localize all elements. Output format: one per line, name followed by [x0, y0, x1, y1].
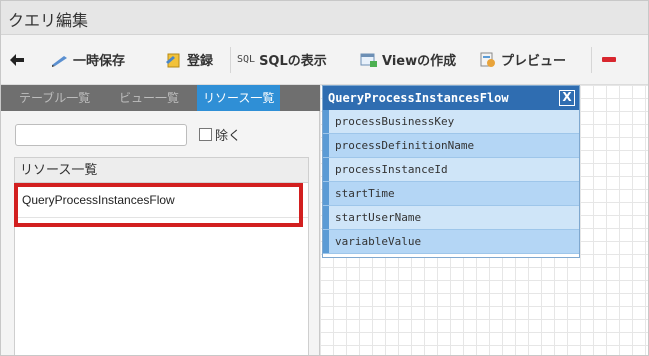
create-view-button[interactable]: Viewの作成 [360, 35, 456, 84]
back-button[interactable] [10, 35, 24, 84]
remove-button[interactable] [602, 35, 616, 84]
close-button[interactable]: X [559, 90, 575, 106]
table-column[interactable]: processInstanceId [323, 158, 579, 182]
column-grip [323, 134, 329, 157]
table-card-title: QueryProcessInstancesFlow [328, 91, 509, 105]
table-card[interactable]: QueryProcessInstancesFlow X processBusin… [322, 85, 580, 258]
column-name: startUserName [335, 211, 422, 224]
pencil-icon [52, 55, 67, 67]
left-panel: 除く リソース一覧 QueryProcessInstancesFlow [1, 111, 320, 355]
column-name: variableValue [335, 235, 422, 248]
create-view-label: Viewの作成 [382, 54, 457, 69]
column-name: processInstanceId [335, 163, 448, 176]
exclude-label: 除く [215, 129, 242, 144]
column-name: processBusinessKey [335, 115, 455, 128]
tab-resource-list[interactable]: リソース一覧 [197, 85, 281, 111]
highlight-box [14, 183, 303, 227]
arrow-left-icon [10, 53, 24, 66]
toolbar-separator [230, 47, 231, 73]
preview-label: プレビュー [501, 54, 567, 69]
column-name: startTime [335, 187, 395, 200]
tab-bar: テーブル一覧 ビュー一覧 リソース一覧 [1, 85, 323, 111]
preview-button[interactable]: プレビュー [479, 35, 566, 84]
exclude-checkbox[interactable]: 除く [199, 125, 241, 144]
checkbox-icon[interactable] [199, 128, 212, 141]
table-column[interactable]: variableValue [323, 230, 579, 254]
register-label: 登録 [187, 54, 214, 69]
column-grip [323, 206, 329, 229]
tab-table-list[interactable]: テーブル一覧 [13, 85, 96, 111]
preview-icon [480, 52, 495, 67]
window-title: クエリ編集 [8, 11, 89, 30]
filter-input[interactable] [15, 124, 187, 146]
create-view-icon [360, 53, 377, 67]
column-grip [323, 182, 329, 205]
table-column[interactable]: startUserName [323, 206, 579, 230]
title-bar: クエリ編集 [1, 1, 648, 35]
table-card-header[interactable]: QueryProcessInstancesFlow X [323, 86, 579, 110]
sql-icon: SQL [237, 54, 256, 65]
minus-icon [602, 56, 616, 62]
query-editor-window: クエリ編集 一時保存 登録 SQL SQLの表示 Viewの作成 プレビュー テ… [0, 0, 649, 356]
table-column[interactable]: startTime [323, 182, 579, 206]
column-grip [323, 110, 329, 133]
table-column[interactable]: processDefinitionName [323, 134, 579, 158]
show-sql-label: SQLの表示 [259, 54, 327, 69]
temp-save-button[interactable]: 一時保存 [51, 35, 125, 84]
column-grip [323, 158, 329, 181]
tab-view-list[interactable]: ビュー一覧 [113, 85, 185, 111]
register-button[interactable]: 登録 [165, 35, 213, 84]
column-grip [323, 230, 329, 253]
toolbar: 一時保存 登録 SQL SQLの表示 Viewの作成 プレビュー [1, 35, 648, 85]
table-column[interactable]: processBusinessKey [323, 110, 579, 134]
show-sql-button[interactable]: SQL SQLの表示 [237, 35, 327, 84]
column-name: processDefinitionName [335, 139, 475, 152]
temp-save-label: 一時保存 [73, 54, 126, 69]
resource-list-header: リソース一覧 [15, 158, 308, 183]
toolbar-separator [591, 47, 592, 73]
register-icon [166, 53, 180, 67]
